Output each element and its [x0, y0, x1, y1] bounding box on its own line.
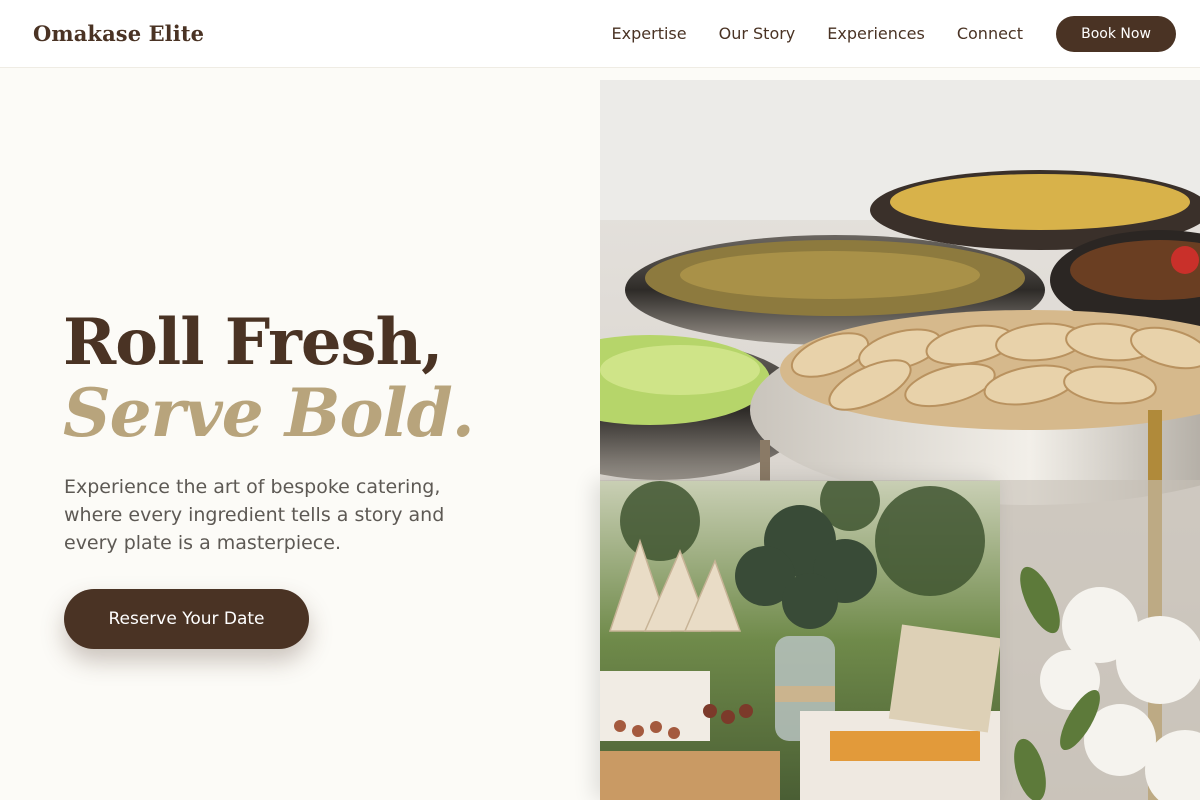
nav-link-expertise[interactable]: Expertise [612, 24, 687, 43]
hero-subtitle: Experience the art of bespoke catering, … [64, 476, 445, 554]
book-now-button[interactable]: Book Now [1056, 15, 1176, 52]
hero-title-line2: Serve Bold. [63, 374, 475, 452]
nav-link-connect[interactable]: Connect [957, 24, 1023, 43]
hero-title-line1: Roll Fresh, [63, 305, 443, 380]
hero-title: Roll Fresh, Serve Bold. [63, 305, 475, 452]
main-nav: Expertise Our Story Experiences Connect … [612, 15, 1176, 52]
reserve-date-button[interactable]: Reserve Your Date [64, 589, 309, 649]
nav-link-our-story[interactable]: Our Story [719, 24, 796, 43]
nav-link-experiences[interactable]: Experiences [827, 24, 925, 43]
logo[interactable]: Omakase Elite [33, 21, 204, 46]
outdoor-table-image [600, 481, 1000, 800]
site-header: Omakase Elite Expertise Our Story Experi… [0, 0, 1200, 68]
